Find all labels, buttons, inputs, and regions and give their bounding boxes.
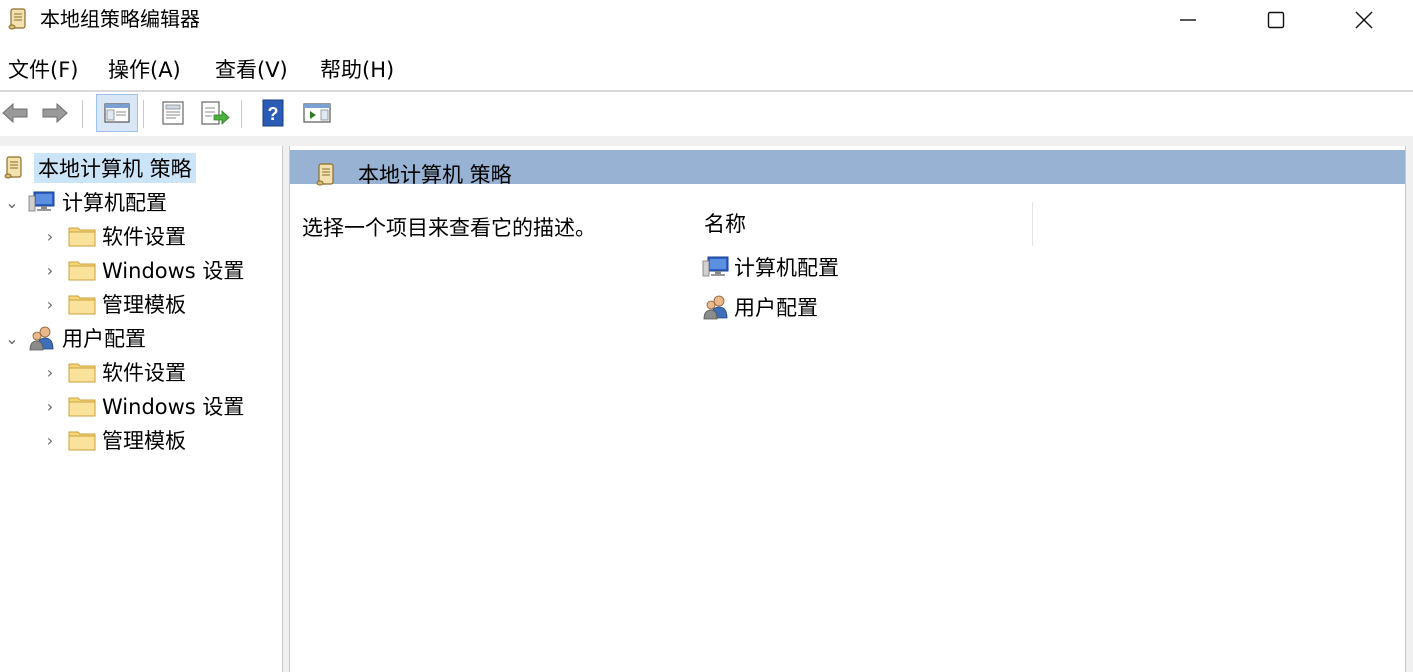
right-edge bbox=[1405, 146, 1413, 672]
export-list-icon bbox=[201, 101, 230, 125]
tree-item-label: 用户配置 bbox=[62, 327, 146, 351]
tree-item-local-computer-policy[interactable]: 本地计算机 策略 bbox=[0, 152, 196, 184]
folder-icon bbox=[68, 223, 96, 249]
toolbar-bottom-strip bbox=[0, 136, 1413, 146]
export-list-button[interactable] bbox=[200, 98, 230, 128]
close-button[interactable] bbox=[1334, 0, 1394, 40]
column-header-name[interactable]: 名称 bbox=[704, 210, 746, 238]
pane-header-title: 本地计算机 策略 bbox=[358, 163, 512, 187]
help-icon: ? bbox=[262, 99, 284, 127]
description-text: 选择一个项目来查看它的描述。 bbox=[302, 216, 596, 240]
tree-item-label: 软件设置 bbox=[102, 361, 186, 385]
chevron-right-icon[interactable]: › bbox=[42, 295, 58, 314]
help-button[interactable]: ? bbox=[258, 98, 288, 128]
back-button[interactable] bbox=[0, 98, 30, 128]
folder-icon bbox=[68, 257, 96, 283]
users-icon bbox=[702, 293, 730, 321]
folder-icon bbox=[68, 393, 96, 419]
policy-scroll-icon bbox=[0, 155, 28, 181]
minimize-button[interactable] bbox=[1158, 0, 1218, 40]
chevron-down-icon[interactable]: ⌄ bbox=[4, 329, 20, 348]
tree-item-user-software-settings[interactable]: › 软件设置 bbox=[42, 356, 186, 388]
tree-item-label: 软件设置 bbox=[102, 225, 186, 249]
toolbar-separator bbox=[82, 100, 83, 128]
forward-button[interactable] bbox=[40, 98, 70, 128]
maximize-icon bbox=[1267, 11, 1285, 29]
computer-icon bbox=[28, 189, 56, 215]
close-icon bbox=[1355, 11, 1373, 29]
show-hide-action-pane-button[interactable] bbox=[302, 98, 332, 128]
window-title: 本地组策略编辑器 bbox=[40, 7, 200, 31]
chevron-right-icon[interactable]: › bbox=[42, 397, 58, 416]
tree-item-label: Windows 设置 bbox=[102, 395, 245, 419]
column-separator[interactable] bbox=[1032, 202, 1033, 246]
tree-item-user-administrative-templates[interactable]: › 管理模板 bbox=[42, 424, 186, 456]
chevron-right-icon[interactable]: › bbox=[42, 261, 58, 280]
chevron-right-icon[interactable]: › bbox=[42, 431, 58, 450]
tree-item-software-settings[interactable]: › 软件设置 bbox=[42, 220, 186, 252]
policy-scroll-icon bbox=[6, 7, 30, 31]
pane-splitter[interactable] bbox=[282, 146, 290, 672]
details-pane: 本地计算机 策略 选择一个项目来查看它的描述。 名称 计算机配置 用户配置 bbox=[290, 146, 1407, 672]
title-bar: 本地组策略编辑器 bbox=[0, 0, 1413, 40]
folder-icon bbox=[68, 359, 96, 385]
tree-item-computer-configuration[interactable]: ⌄ 计算机配置 bbox=[4, 186, 167, 218]
menu-action[interactable]: 操作(A) bbox=[108, 56, 181, 84]
toolbar: ? bbox=[0, 92, 1413, 136]
chevron-right-icon[interactable]: › bbox=[42, 363, 58, 382]
maximize-button[interactable] bbox=[1246, 0, 1306, 40]
users-icon bbox=[28, 325, 56, 351]
chevron-right-icon[interactable]: › bbox=[42, 227, 58, 246]
console-tree-icon bbox=[104, 103, 130, 123]
list-item-user-configuration[interactable]: 用户配置 bbox=[702, 290, 818, 324]
toolbar-separator bbox=[241, 100, 242, 128]
chevron-down-icon[interactable]: ⌄ bbox=[4, 193, 20, 212]
toolbar-separator bbox=[143, 100, 144, 128]
arrow-left-icon bbox=[2, 102, 28, 124]
svg-text:?: ? bbox=[268, 104, 279, 124]
tree-item-label: 管理模板 bbox=[102, 429, 186, 453]
tree-item-administrative-templates[interactable]: › 管理模板 bbox=[42, 288, 186, 320]
tree-item-user-windows-settings[interactable]: › Windows 设置 bbox=[42, 390, 245, 422]
computer-icon bbox=[702, 253, 730, 281]
menu-help[interactable]: 帮助(H) bbox=[320, 56, 394, 84]
minimize-icon bbox=[1180, 19, 1196, 21]
properties-icon bbox=[162, 101, 184, 125]
menu-bar: 文件(F) 操作(A) 查看(V) 帮助(H) bbox=[0, 52, 1413, 88]
console-tree: 本地计算机 策略 ⌄ 计算机配置 › 软件设置 › Windows 设置 › 管… bbox=[0, 146, 282, 672]
list-item-computer-configuration[interactable]: 计算机配置 bbox=[702, 250, 839, 284]
tree-item-windows-settings[interactable]: › Windows 设置 bbox=[42, 254, 245, 286]
menu-view[interactable]: 查看(V) bbox=[215, 56, 288, 84]
show-hide-tree-button[interactable] bbox=[96, 94, 138, 132]
tree-item-label: 本地计算机 策略 bbox=[34, 153, 196, 183]
list-item-label: 计算机配置 bbox=[734, 256, 839, 280]
arrow-right-icon bbox=[42, 102, 68, 124]
menu-file[interactable]: 文件(F) bbox=[8, 56, 78, 84]
tree-item-user-configuration[interactable]: ⌄ 用户配置 bbox=[4, 322, 146, 354]
properties-button[interactable] bbox=[158, 98, 188, 128]
policy-scroll-icon bbox=[314, 162, 338, 188]
list-item-label: 用户配置 bbox=[734, 296, 818, 320]
tree-item-label: 计算机配置 bbox=[62, 191, 167, 215]
tree-item-label: 管理模板 bbox=[102, 293, 186, 317]
folder-icon bbox=[68, 291, 96, 317]
action-pane-icon bbox=[303, 103, 331, 123]
tree-item-label: Windows 设置 bbox=[102, 259, 245, 283]
folder-icon bbox=[68, 427, 96, 453]
